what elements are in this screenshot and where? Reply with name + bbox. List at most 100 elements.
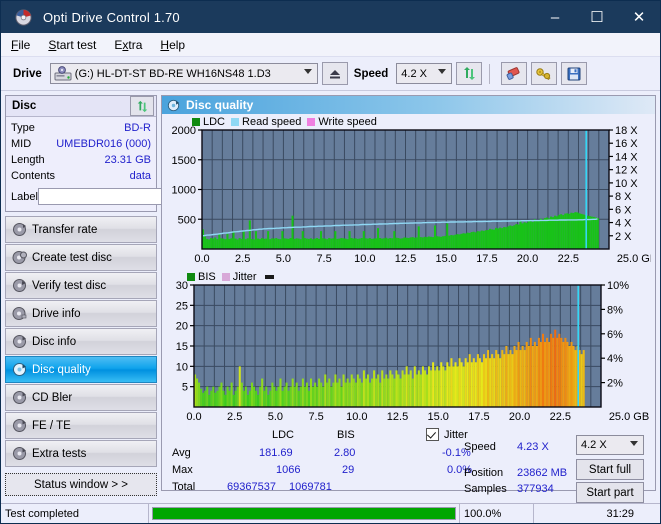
menu-start-test-rest: tart test — [56, 37, 97, 52]
menu-file-rest: ile — [18, 37, 31, 52]
drive-icon — [54, 66, 72, 85]
menu-extra-rest: tra — [128, 37, 143, 52]
svg-text:1000: 1000 — [172, 185, 196, 197]
svg-text:18 X: 18 X — [615, 125, 638, 137]
menu-file[interactable]: File — [11, 38, 30, 52]
stats-row-total-name: Total — [172, 481, 196, 493]
svg-text:25: 25 — [176, 300, 188, 312]
menu-start-test[interactable]: Start test — [48, 38, 96, 52]
eraser-icon — [506, 66, 520, 80]
legend-label-write-speed: Write speed — [318, 116, 377, 128]
tools-button[interactable] — [531, 62, 558, 85]
minimize-button[interactable]: – — [534, 1, 576, 33]
close-button[interactable]: ✕ — [618, 1, 660, 33]
sidebar-item-label: Create test disc — [32, 251, 112, 264]
resize-grip[interactable] — [648, 504, 660, 523]
sidebar: Disc Type BD-R MID UMEBDR016 (000) Lengt… — [1, 91, 240, 496]
disc-value-type: BD-R — [124, 122, 151, 134]
svg-text:1500: 1500 — [172, 155, 196, 167]
drive-select[interactable]: (G:) HL-DT-ST BD-RE WH16NS48 1.D3 — [49, 63, 318, 85]
legend-swatch-bis — [187, 273, 195, 281]
speed-stat-label: Speed — [464, 441, 496, 453]
app-disc-icon — [9, 6, 37, 28]
status-bar: Test completed 100.0% 31:29 — [1, 503, 660, 523]
stats-row-max-name: Max — [172, 464, 193, 476]
svg-text:6 X: 6 X — [615, 204, 632, 216]
position-stat-label: Position — [464, 467, 504, 479]
refresh-button[interactable] — [456, 62, 483, 85]
stats-row-avg-ldc: 181.69 — [259, 447, 293, 459]
svg-text:10: 10 — [176, 361, 188, 373]
maximize-button[interactable]: ☐ — [576, 1, 618, 33]
disc-value-mid: UMEBDR016 (000) — [56, 138, 151, 150]
erase-button[interactable] — [501, 62, 528, 85]
sidebar-item-cd-bler[interactable]: CD Bler — [5, 384, 157, 411]
sidebar-item-fe-te[interactable]: FE / TE — [5, 412, 157, 439]
ldc-chart: LDC Read speed Write speed 500 1000 1500 20… — [162, 114, 657, 269]
legend-item-jitter: Jitter — [221, 271, 257, 283]
sidebar-item-transfer-rate[interactable]: Transfer rate — [5, 216, 157, 243]
svg-text:22.5: 22.5 — [558, 253, 579, 265]
legend-label-bis: BIS — [198, 271, 216, 283]
disc-key-contents: Contents — [11, 170, 56, 182]
disc-icon — [6, 334, 32, 349]
progress-track — [152, 507, 456, 520]
menu-extra[interactable]: Extra — [114, 38, 142, 52]
eject-button[interactable] — [321, 62, 348, 85]
sidebar-item-label: Transfer rate — [32, 223, 98, 236]
sidebar-item-disc-info[interactable]: Disc info — [5, 328, 157, 355]
menu-help-rest: elp — [169, 37, 186, 52]
sidebar-item-drive-info[interactable]: Drive info — [5, 300, 157, 327]
status-window-button[interactable]: Status window > > — [5, 473, 157, 496]
save-button[interactable] — [561, 62, 588, 85]
svg-text:10 X: 10 X — [615, 178, 638, 190]
sidebar-item-extra-tests[interactable]: Extra tests — [5, 440, 157, 467]
jitter-checkbox[interactable] — [426, 428, 439, 442]
svg-text:7.5: 7.5 — [308, 411, 323, 423]
disc-label-row: Label — [11, 186, 240, 207]
toolbar: Drive (G:) HL-DT-ST BD-RE WH16NS48 1.D3 — [1, 57, 660, 91]
svg-text:15.0: 15.0 — [427, 411, 448, 423]
svg-text:12 X: 12 X — [615, 165, 638, 177]
svg-text:25.0 GB: 25.0 GB — [609, 411, 649, 423]
checkbox-icon — [426, 428, 439, 441]
svg-text:12.5: 12.5 — [387, 411, 408, 423]
disc-refresh-button[interactable] — [130, 96, 154, 116]
sidebar-item-label: FE / TE — [32, 419, 71, 432]
svg-text:10.0: 10.0 — [346, 411, 367, 423]
svg-text:16 X: 16 X — [615, 138, 638, 150]
stats-row-max-bis: 29 — [342, 464, 355, 476]
content-area: Disc Type BD-R MID UMEBDR016 (000) Lengt… — [1, 91, 660, 503]
svg-text:500: 500 — [178, 214, 196, 226]
disc-icon — [6, 418, 32, 433]
svg-text:20.0: 20.0 — [517, 253, 538, 265]
start-full-button[interactable]: Start full — [576, 459, 644, 480]
svg-text:10%: 10% — [607, 280, 629, 292]
nav-list: Transfer rate Create test disc Verify te… — [5, 216, 157, 467]
disc-key-mid: MID — [11, 138, 32, 150]
disc-icon — [6, 306, 32, 321]
stats-row-avg-name: Avg — [172, 447, 191, 459]
speed-select[interactable]: 4.2 X — [396, 63, 453, 84]
speed-label: Speed — [353, 67, 389, 80]
stats-col-bis: BIS — [337, 429, 355, 441]
disc-label-key: Label — [11, 190, 38, 203]
ldc-chart-legend: LDC Read speed Write speed — [192, 116, 383, 128]
disc-icon — [6, 278, 32, 293]
disc-icon — [6, 222, 32, 237]
menu-help[interactable]: Help — [160, 38, 185, 52]
sidebar-item-disc-quality[interactable]: Disc quality — [5, 356, 157, 383]
start-part-button[interactable]: Start part — [576, 482, 644, 503]
speed-select-value: 4.2 X — [401, 67, 427, 80]
drive-label: Drive — [13, 67, 42, 80]
legend-label-ldc: LDC — [203, 116, 226, 128]
sidebar-item-create-test-disc[interactable]: Create test disc — [5, 244, 157, 271]
legend-swatch-jitter — [221, 273, 230, 281]
legend-swatch-read-speed — [231, 118, 240, 126]
disc-icon — [6, 250, 32, 265]
disc-row-mid: MID UMEBDR016 (000) — [11, 136, 151, 152]
sidebar-item-verify-test-disc[interactable]: Verify test disc — [5, 272, 157, 299]
sidebar-item-label: Verify test disc — [32, 279, 107, 292]
test-speed-select[interactable]: 4.2 X — [576, 435, 644, 455]
svg-text:8%: 8% — [607, 304, 623, 316]
